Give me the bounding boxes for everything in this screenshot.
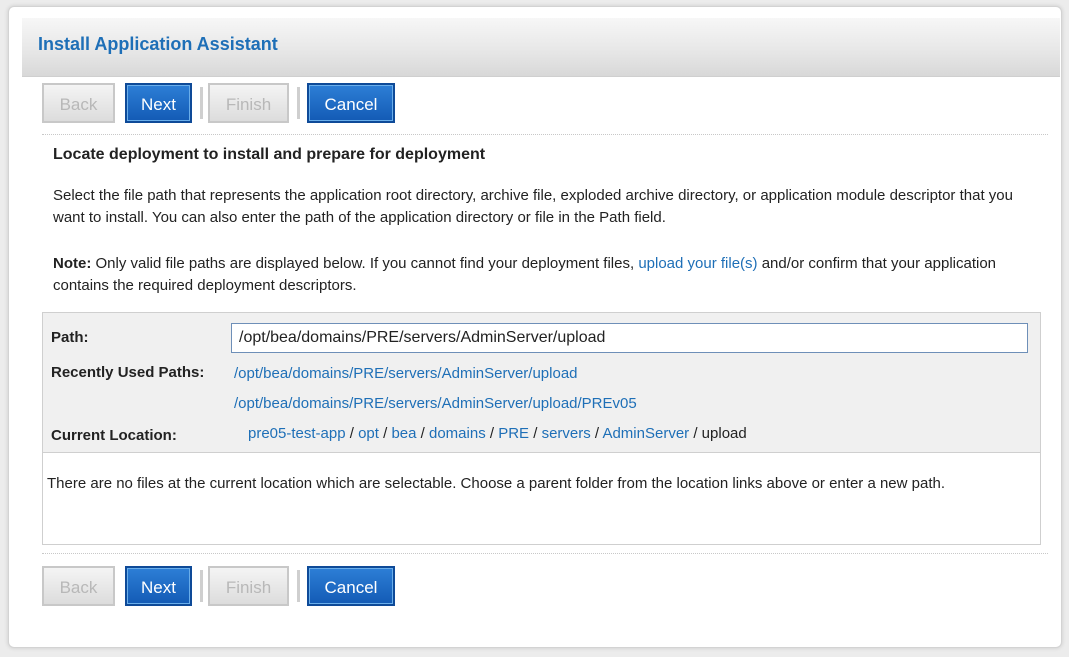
breadcrumb-current: upload [701,425,747,442]
breadcrumb-link[interactable]: AdminServer [602,425,689,442]
file-list-area: There are no files at the current locati… [42,453,1041,545]
next-button[interactable]: Next [125,83,192,123]
back-button[interactable]: Back [42,566,115,606]
recent-path-link[interactable]: /opt/bea/domains/PRE/servers/AdminServer… [234,365,578,382]
path-label: Path: [51,329,89,346]
toolbar-divider [296,87,300,119]
note-text-before: Only valid file paths are displayed belo… [91,255,639,272]
path-input[interactable] [231,323,1028,353]
finish-button[interactable]: Finish [208,566,289,606]
section-heading: Locate deployment to install and prepare… [53,146,486,163]
breadcrumb-separator: / [529,425,542,442]
note-label: Note: [53,255,92,272]
back-button[interactable]: Back [42,83,115,123]
breadcrumb: pre05-test-app / opt / bea / domains / P… [248,425,747,442]
current-location-label: Current Location: [51,427,177,444]
breadcrumb-separator: / [345,425,359,442]
breadcrumb-separator: / [416,425,429,442]
finish-button[interactable]: Finish [208,83,289,123]
panel-header: Install Application Assistant [22,18,1060,77]
breadcrumb-separator: / [485,425,499,442]
toolbar-divider [296,570,300,602]
breadcrumb-link[interactable]: bea [391,425,416,442]
breadcrumb-separator: / [689,425,702,442]
cancel-button[interactable]: Cancel [307,566,395,606]
no-files-message: There are no files at the current locati… [47,475,946,492]
next-button[interactable]: Next [125,566,192,606]
recent-path-link[interactable]: /opt/bea/domains/PRE/servers/AdminServer… [234,395,637,412]
breadcrumb-link[interactable]: domains [429,425,486,442]
cancel-button[interactable]: Cancel [307,83,395,123]
breadcrumb-separator: / [378,425,392,442]
recent-paths-label: Recently Used Paths: [51,364,205,381]
breadcrumb-link[interactable]: PRE [498,425,529,442]
breadcrumb-link[interactable]: servers [542,425,591,442]
toolbar-divider [199,87,203,119]
description-text: Select the file path that represents the… [53,187,1013,226]
breadcrumb-link[interactable]: opt [358,425,379,442]
upload-files-link[interactable]: upload your file(s) [638,255,757,272]
note-text: Note: Only valid file paths are displaye… [53,253,1038,297]
breadcrumb-link[interactable]: pre05-test-app [248,425,346,442]
breadcrumb-separator: / [590,425,603,442]
divider [42,553,1048,554]
toolbar-divider [199,570,203,602]
divider [42,134,1048,135]
path-selection-area: Path: Recently Used Paths: /opt/bea/doma… [42,312,1041,453]
page-title: Install Application Assistant [38,34,278,54]
